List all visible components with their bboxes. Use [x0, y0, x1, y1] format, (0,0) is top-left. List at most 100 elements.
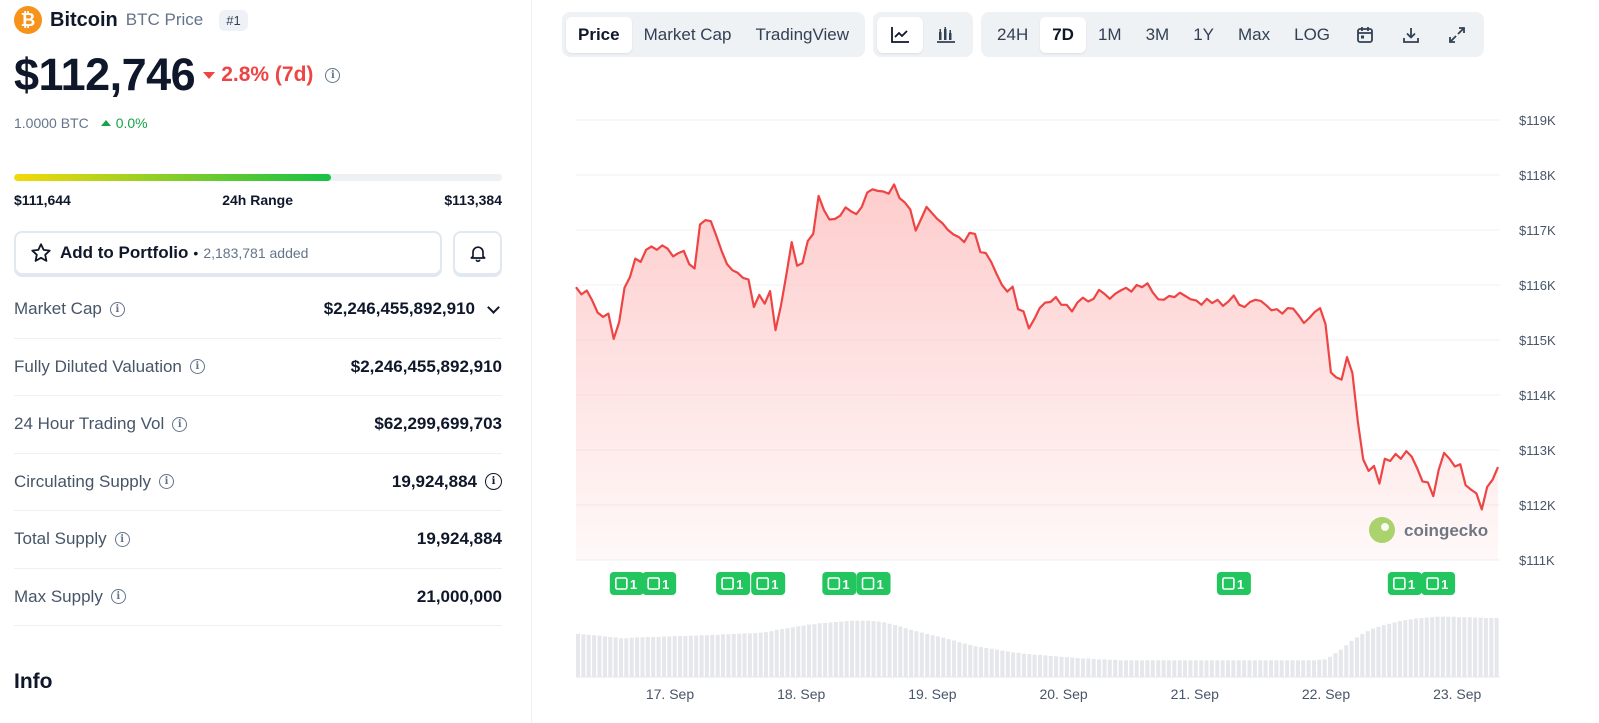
candlestick-button[interactable]: [923, 17, 969, 53]
news-marker[interactable]: 1: [1421, 572, 1456, 595]
tab-tradingview[interactable]: TradingView: [743, 17, 861, 53]
volume-bar: [1381, 625, 1386, 677]
volume-bar: [1494, 618, 1499, 677]
tab-market-cap[interactable]: Market Cap: [632, 17, 744, 53]
volume-bar: [1338, 649, 1343, 677]
range-1y[interactable]: 1Y: [1181, 17, 1226, 53]
volume-bar: [1301, 660, 1306, 677]
btc-change: 0.0%: [100, 115, 148, 131]
info-icon[interactable]: i: [109, 301, 125, 317]
volume-bar: [1220, 660, 1225, 677]
volume-bar: [1360, 633, 1365, 677]
volume-bar: [1467, 617, 1472, 677]
volume-bar: [1016, 652, 1021, 677]
range-3m[interactable]: 3M: [1134, 17, 1182, 53]
stat-label: Market Cap: [14, 299, 102, 319]
news-marker[interactable]: 1: [822, 572, 857, 595]
volume-bar: [785, 628, 790, 677]
coin-info-panel: ₿ Bitcoin BTC Price #1 $112,746 2.8% (7d…: [0, 0, 532, 723]
info-icon[interactable]: i: [485, 473, 502, 491]
volume-bar: [1279, 660, 1284, 677]
news-marker[interactable]: 1: [716, 572, 751, 595]
info-icon[interactable]: i: [172, 416, 188, 432]
range-max[interactable]: Max: [1226, 17, 1282, 53]
price-change: 2.8% (7d): [203, 63, 313, 87]
x-tick-label: 18. Sep: [777, 686, 825, 702]
volume-bar: [1140, 660, 1145, 677]
volume-bar: [1113, 659, 1118, 677]
line-chart-button[interactable]: [877, 16, 924, 53]
range-7d[interactable]: 7D: [1040, 16, 1086, 53]
volume-bar: [871, 621, 876, 677]
y-tick-label: $111K: [1519, 553, 1555, 568]
volume-bar: [1473, 617, 1478, 677]
news-count: 1: [662, 577, 669, 592]
fullscreen-button[interactable]: [1434, 17, 1480, 53]
volume-bar: [1274, 660, 1279, 677]
volume-bar: [1344, 645, 1349, 677]
stat-label: Total Supply: [14, 529, 107, 549]
news-marker[interactable]: 1: [856, 572, 891, 595]
volume-bar: [887, 623, 892, 677]
volume-bar: [1129, 660, 1134, 677]
news-count: 1: [842, 577, 849, 592]
y-tick-label: $119K: [1519, 113, 1556, 128]
current-price: $112,746: [14, 49, 196, 100]
news-marker[interactable]: 1: [1216, 572, 1251, 595]
info-icon[interactable]: i: [159, 474, 175, 490]
volume-bar: [1177, 660, 1182, 677]
news-marker[interactable]: 1: [642, 572, 677, 595]
add-to-portfolio-button[interactable]: Add to Portfolio • 2,183,781 added: [14, 231, 442, 275]
volume-bar: [629, 637, 634, 677]
volume-bar: [1333, 653, 1338, 677]
bell-icon: [470, 246, 485, 263]
volume-bar: [1226, 660, 1230, 677]
volume-bar: [1091, 659, 1096, 677]
volume-bar: [1134, 660, 1139, 677]
volume-bar: [1011, 652, 1016, 677]
calendar-button[interactable]: [1342, 17, 1388, 53]
range-1m[interactable]: 1M: [1086, 17, 1134, 53]
volume-bar: [1021, 653, 1026, 677]
volume-bar: [683, 636, 688, 677]
news-marker[interactable]: 1: [609, 572, 644, 595]
info-icon[interactable]: i: [325, 67, 341, 83]
news-marker[interactable]: 1: [1387, 572, 1422, 595]
info-icon[interactable]: i: [110, 589, 126, 605]
volume-bar: [624, 638, 629, 677]
info-icon[interactable]: i: [189, 359, 205, 375]
volume-bar: [984, 648, 989, 677]
volume-bar: [1070, 657, 1075, 677]
volume-bar: [1290, 660, 1295, 677]
volume-bar: [812, 624, 817, 677]
range-high: $113,384: [444, 192, 502, 208]
volume-bar: [662, 636, 666, 677]
volume-bar: [1295, 660, 1300, 677]
volume-bar: [1408, 619, 1413, 677]
volume-bar: [952, 640, 956, 677]
volume-bar: [946, 639, 951, 677]
up-arrow-icon: [100, 120, 111, 126]
info-heading: Info: [14, 670, 53, 693]
info-icon[interactable]: i: [114, 531, 130, 547]
news-marker[interactable]: 1: [751, 572, 786, 595]
tab-price[interactable]: Price: [566, 16, 632, 53]
volume-bar: [1215, 660, 1220, 677]
log-scale-toggle[interactable]: LOG: [1282, 17, 1342, 53]
btc-value: 1.0000 BTC: [14, 115, 89, 131]
stats-table: Market Cap i $2,246,455,892,910 Fully Dil…: [14, 281, 502, 626]
volume-bar: [957, 642, 962, 677]
volume-bar: [1043, 655, 1048, 677]
price-change-value: 2.8% (7d): [221, 63, 314, 86]
price-alert-button[interactable]: [453, 231, 502, 275]
volume-bar: [1478, 617, 1483, 677]
volume-bar: [619, 638, 623, 677]
volume-bar: [602, 636, 607, 677]
volume-bar: [807, 624, 811, 677]
range-24h[interactable]: 24H: [985, 17, 1040, 53]
volume-bar: [737, 633, 742, 677]
chevron-down-icon[interactable]: [487, 300, 500, 314]
price-chart[interactable]: $119K $118K $117K $116K $115K $114K $113K $112K…: [560, 70, 1599, 723]
download-button[interactable]: [1388, 17, 1434, 53]
volume-bar: [1258, 660, 1263, 677]
